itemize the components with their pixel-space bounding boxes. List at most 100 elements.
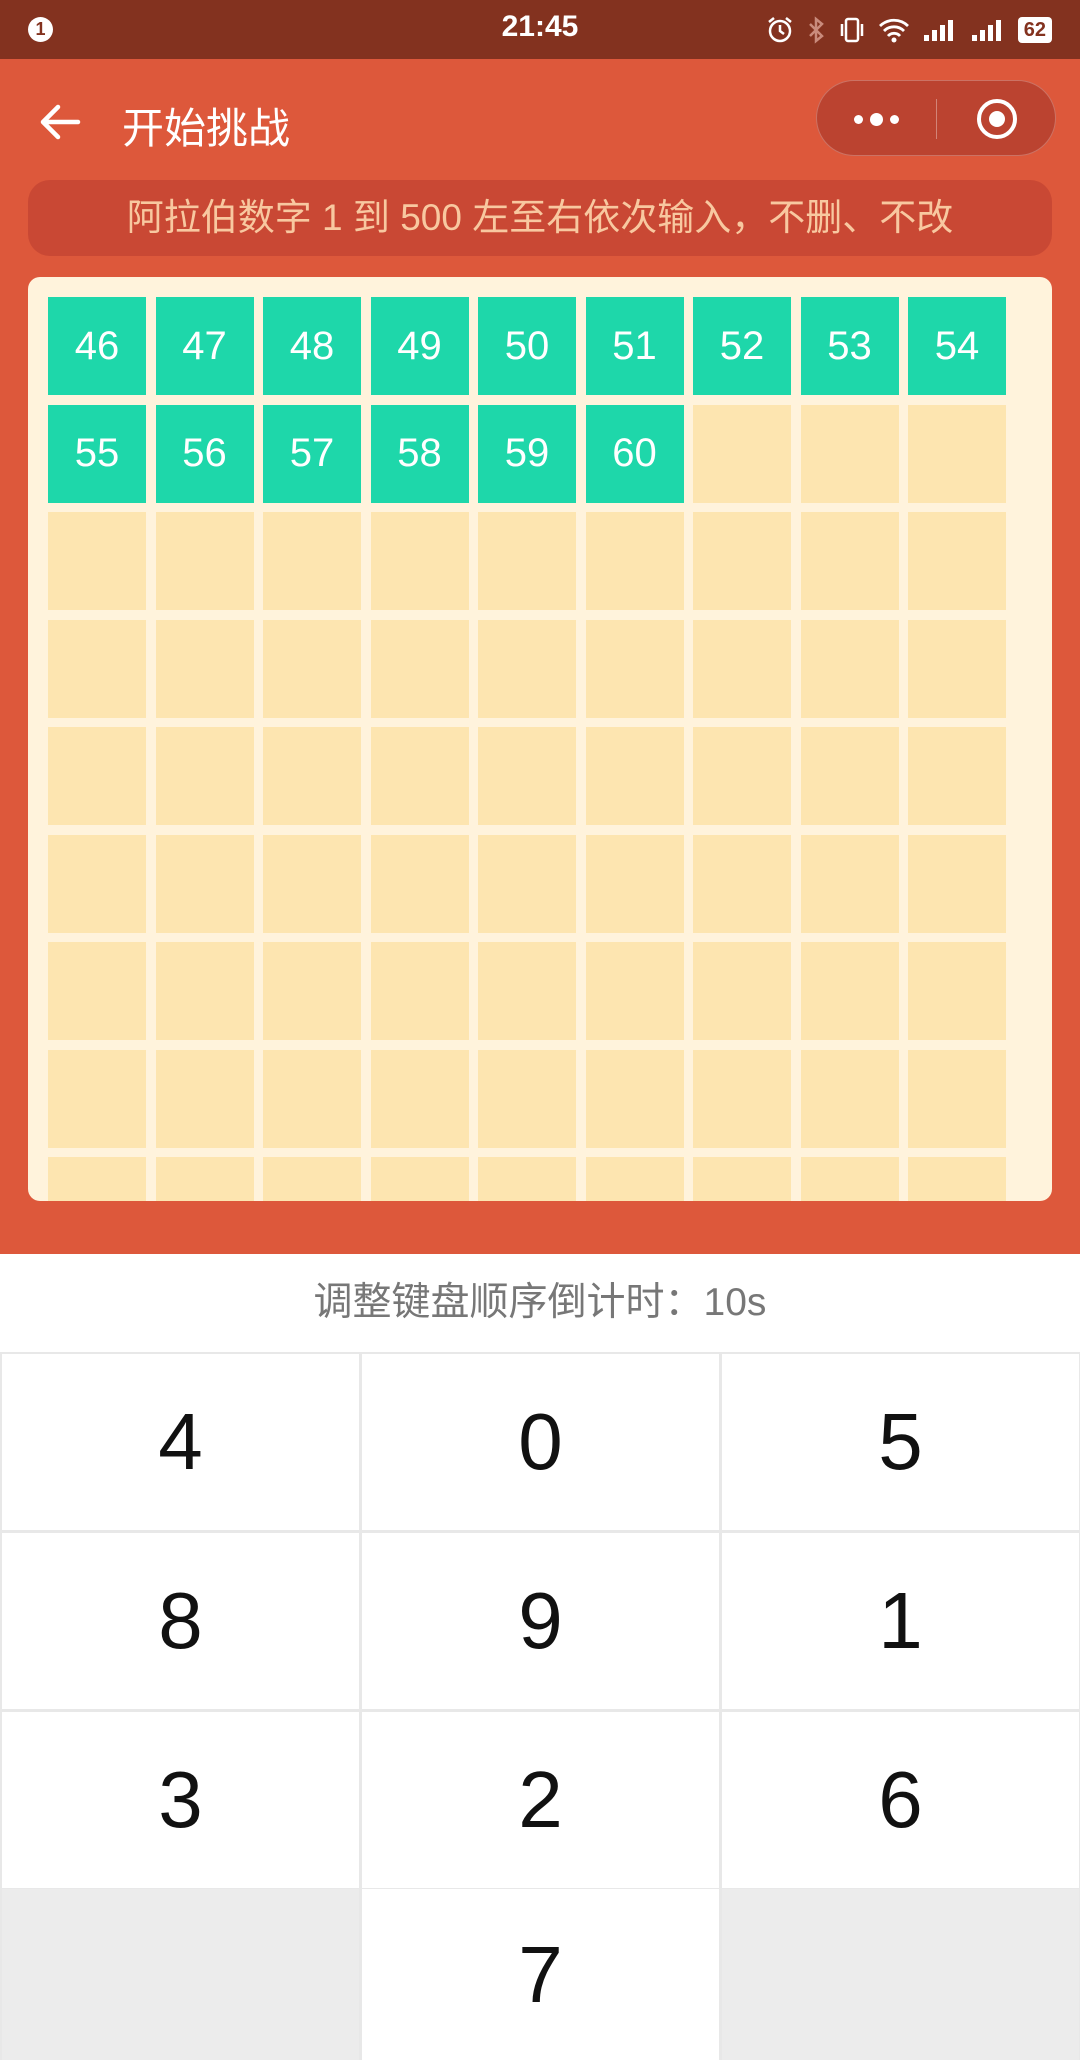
target-circle-icon (977, 99, 1017, 139)
board-cell-empty (585, 727, 684, 825)
keypad-blank (2, 1889, 359, 2060)
board-cell-empty (800, 619, 899, 718)
board-cell-empty (478, 727, 576, 825)
instruction-banner: 阿拉伯数字 1 到 500 左至右依次输入，不删、不改 (28, 180, 1052, 256)
board-cell-empty (693, 404, 791, 503)
board-cell-filled: 59 (478, 404, 576, 503)
board-cell-filled: 56 (155, 404, 254, 503)
keypad-key[interactable]: 9 (362, 1533, 719, 1709)
board-cell-empty (478, 942, 576, 1040)
board-cell-empty (48, 727, 146, 825)
board-cell-filled: 51 (585, 297, 684, 395)
keypad-key[interactable]: 5 (722, 1354, 1079, 1530)
keypad-key[interactable]: 4 (2, 1354, 359, 1530)
board-cell-filled: 46 (48, 297, 146, 395)
board-cell-empty (693, 727, 791, 825)
board-cell-empty (263, 942, 361, 1040)
board-cell-empty (155, 512, 254, 610)
board-cell-empty (370, 1049, 469, 1148)
board-cell-filled: 54 (908, 297, 1006, 395)
board-cell-empty (370, 942, 469, 1040)
keypad-key[interactable]: 0 (362, 1354, 719, 1530)
board-cell-empty (478, 619, 576, 718)
alarm-icon (767, 17, 792, 43)
board-cell-empty (155, 942, 254, 1040)
board-cell-filled: 48 (263, 297, 361, 395)
bluetooth-icon (808, 16, 824, 44)
board-cell-empty (48, 1157, 146, 1201)
board-cell-filled: 52 (693, 297, 791, 395)
board-cell-empty (693, 512, 791, 610)
keypad-key[interactable]: 8 (2, 1533, 359, 1709)
game-header: 开始挑战 阿拉伯数字 1 到 500 左至右依次输入，不删、不改 46 47 48 4… (0, 59, 1080, 1254)
board-cell-empty (693, 1157, 791, 1201)
signal-icon (923, 20, 953, 41)
board-cell-empty (908, 942, 1006, 1040)
keypad-key[interactable]: 2 (362, 1712, 719, 1888)
board-cell-empty (800, 512, 899, 610)
arrow-left-icon (40, 104, 81, 140)
board-cell-empty (800, 834, 899, 933)
menu-capsule (816, 80, 1056, 156)
board-cell-empty (800, 1049, 899, 1148)
board-cell-empty (908, 1157, 1006, 1201)
board-cell-empty (908, 1049, 1006, 1148)
board-cell-empty (263, 619, 361, 718)
signal-icon (971, 20, 1001, 41)
board-cell-filled: 55 (48, 404, 146, 503)
board-cell-empty (263, 727, 361, 825)
board-cell-filled: 60 (585, 404, 684, 503)
board-cell-filled: 49 (370, 297, 469, 395)
keypad-key[interactable]: 6 (722, 1712, 1079, 1888)
board-cell-empty (585, 512, 684, 610)
board-cell-empty (800, 404, 899, 503)
board-cell-empty (155, 834, 254, 933)
board-cell-empty (370, 512, 469, 610)
board-cell-empty (908, 404, 1006, 503)
keypad-key[interactable]: 1 (722, 1533, 1079, 1709)
board-cell-empty (263, 512, 361, 610)
board-cell-empty (48, 942, 146, 1040)
keypad-key[interactable]: 7 (362, 1889, 719, 2060)
board-cell-empty (693, 942, 791, 1040)
board-cell-empty (48, 512, 146, 610)
board-cell-empty (370, 1157, 469, 1201)
board-cell-filled: 53 (800, 297, 899, 395)
board-cell-empty (478, 834, 576, 933)
board-cell-empty (585, 1157, 684, 1201)
countdown-text: 调整键盘顺序倒计时：10s (0, 1254, 1080, 1352)
board-cell-empty (908, 619, 1006, 718)
keypad-blank (722, 1889, 1079, 2060)
board-cell-empty (800, 942, 899, 1040)
board-cell-empty (693, 619, 791, 718)
board-cell-empty (155, 727, 254, 825)
board-cell-filled: 57 (263, 404, 361, 503)
board-cell-empty (585, 1049, 684, 1148)
status-bar: 1 21:45 62 (0, 0, 1080, 59)
board-cell-empty (908, 512, 1006, 610)
battery-icon: 62 (1017, 17, 1052, 43)
board-cell-empty (370, 727, 469, 825)
number-board: 46 47 48 49 50 51 52 53 54 55 56 57 58 59 60 (28, 277, 1052, 1201)
number-keypad: 405 891 3267 (0, 1352, 1080, 2060)
board-cell-empty (478, 1157, 576, 1201)
board-cell-empty (478, 512, 576, 610)
close-button[interactable] (937, 81, 1057, 157)
back-button[interactable] (36, 97, 86, 147)
page-title: 开始挑战 (122, 105, 291, 152)
keypad-key[interactable]: 3 (2, 1712, 359, 1888)
wifi-icon (878, 18, 909, 43)
board-cell-empty (263, 1049, 361, 1148)
board-cell-empty (585, 834, 684, 933)
board-cell-filled: 58 (370, 404, 469, 503)
board-cell-empty (693, 1049, 791, 1148)
more-button[interactable] (817, 81, 936, 157)
board-cell-empty (800, 727, 899, 825)
board-cell-empty (370, 834, 469, 933)
board-cell-empty (585, 942, 684, 1040)
board-cell-empty (48, 834, 146, 933)
vibrate-icon (840, 17, 863, 43)
board-cell-filled: 47 (155, 297, 254, 395)
board-cell-empty (155, 619, 254, 718)
board-cell-empty (48, 619, 146, 718)
